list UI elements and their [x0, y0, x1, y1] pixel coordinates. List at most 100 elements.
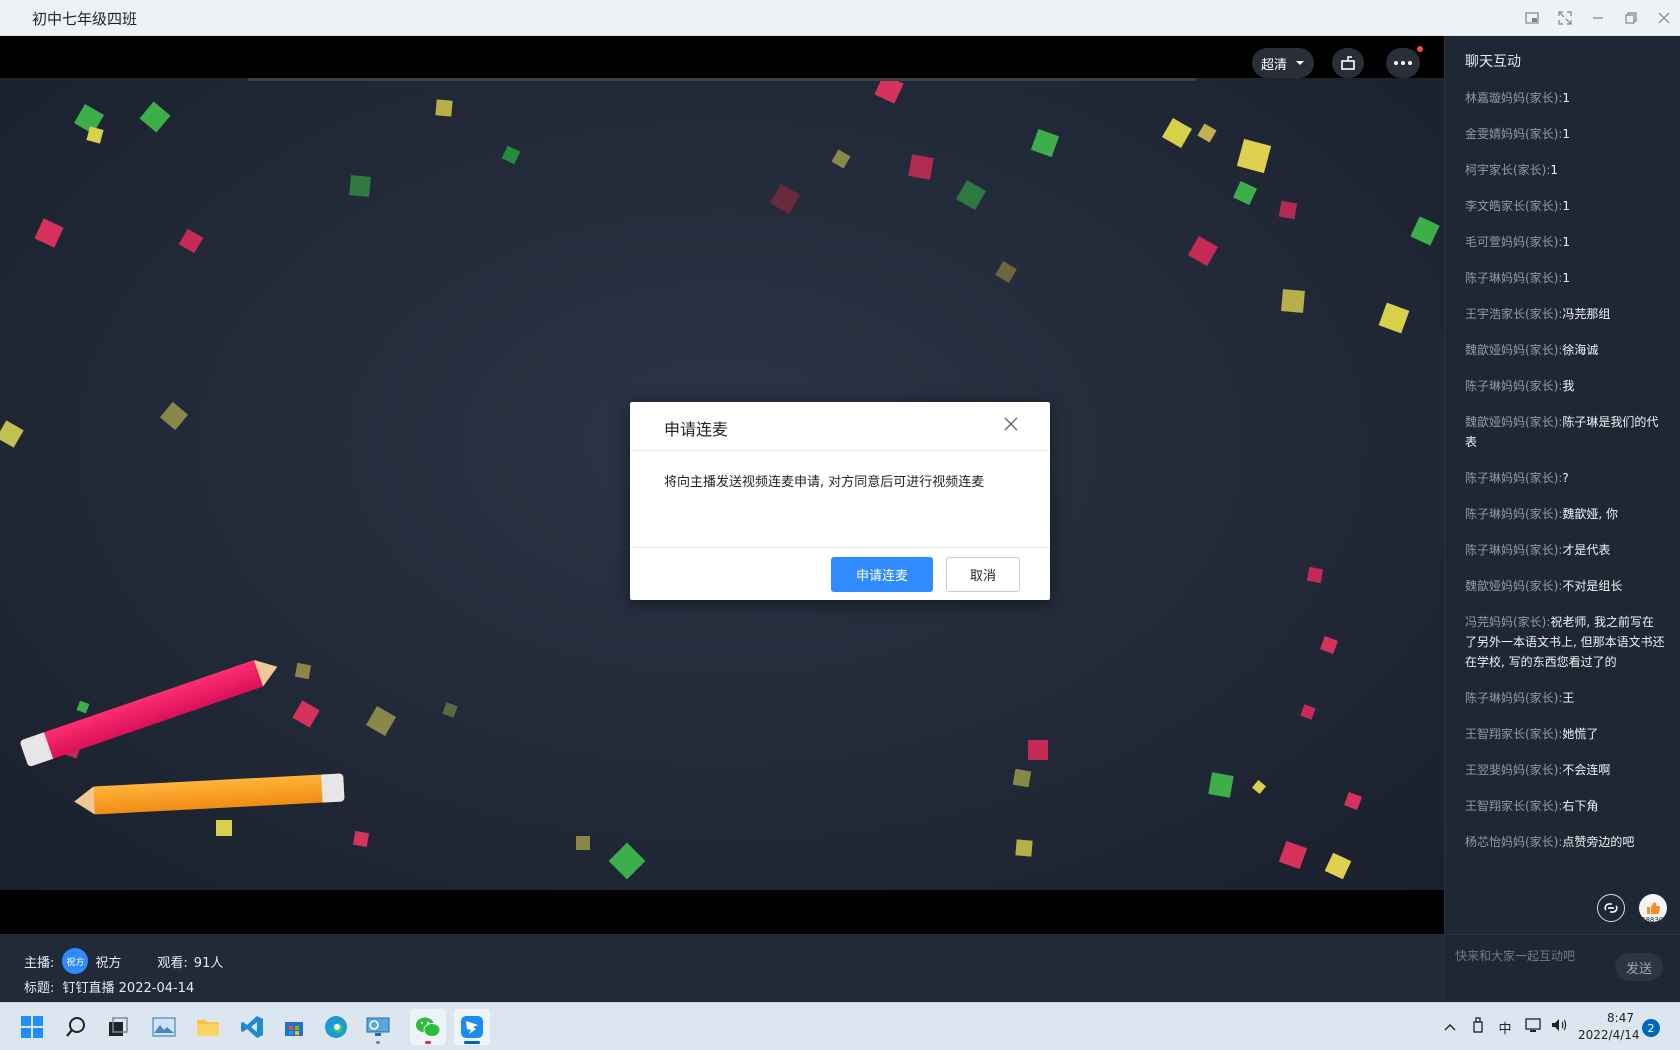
chat-sender: 王智翔家长(家长):	[1465, 799, 1563, 813]
picture-in-picture-button[interactable]	[1515, 0, 1548, 36]
more-options-button[interactable]	[1386, 48, 1420, 78]
chat-text: 点赞旁边的吧	[1562, 835, 1635, 849]
clock[interactable]: 8:47 2022/4/14	[1578, 1010, 1640, 1044]
quality-selector[interactable]: 超清	[1252, 48, 1314, 78]
active-indicator	[464, 1041, 480, 1044]
taskbar-app-remote-desktop[interactable]	[360, 1009, 396, 1045]
host-name[interactable]: 祝方	[95, 952, 121, 971]
taskbar-app-gallery[interactable]	[146, 1009, 182, 1045]
network-button[interactable]	[1522, 1017, 1546, 1037]
send-button[interactable]: 发送	[1615, 953, 1663, 981]
restore-icon	[1624, 12, 1637, 24]
title-value: 钉钉直播 2022-04-14	[62, 981, 195, 996]
confetti	[1300, 704, 1316, 720]
tray-usb-button[interactable]	[1466, 1017, 1490, 1037]
thumbs-up-icon	[1647, 902, 1660, 914]
chat-input[interactable]	[1455, 945, 1605, 967]
chat-text: 徐海诚	[1562, 343, 1599, 357]
remote-desktop-icon	[366, 1017, 390, 1036]
chat-text: 王	[1562, 691, 1575, 705]
task-view-button[interactable]	[100, 1009, 136, 1045]
confetti	[159, 401, 189, 431]
fullscreen-button[interactable]	[1548, 0, 1581, 36]
confetti	[576, 836, 590, 850]
confetti	[1028, 740, 1048, 760]
confetti	[1161, 117, 1193, 149]
notification-dot	[1417, 46, 1423, 52]
confetti	[1236, 138, 1272, 174]
confetti	[1306, 566, 1324, 584]
minimize-button[interactable]	[1581, 0, 1614, 36]
apply-mic-button[interactable]: 申请连麦	[831, 557, 933, 592]
confetti	[1378, 302, 1410, 334]
chat-message: 杨芯怡妈妈(家长):点赞旁边的吧	[1465, 832, 1665, 852]
chat-sender: 王智翔家长(家长):	[1465, 727, 1563, 741]
restore-button[interactable]	[1614, 0, 1647, 36]
chat-message-list[interactable]: 林嘉璇妈妈(家长):1 金雯婧妈妈(家长):1 柯宇家长(家长):1 李文皓家长…	[1465, 88, 1665, 868]
tray-overflow-button[interactable]	[1438, 1020, 1462, 1035]
taskbar-app-store[interactable]	[276, 1009, 312, 1045]
confetti	[1278, 200, 1298, 220]
taskbar-app-file-explorer[interactable]	[190, 1009, 226, 1045]
volume-icon	[1552, 1019, 1567, 1031]
chat-text: 1	[1562, 235, 1571, 249]
folder-icon	[197, 1020, 219, 1036]
confetti	[1281, 289, 1305, 313]
picture-in-picture-icon	[1524, 12, 1539, 24]
chat-text: 右下角	[1562, 799, 1599, 813]
confetti	[1278, 840, 1308, 870]
connect-mic-button[interactable]	[1597, 894, 1625, 922]
viewers-label: 观看:	[157, 955, 188, 971]
confetti	[1410, 216, 1440, 246]
dialog-close-button[interactable]	[1004, 416, 1022, 434]
confetti	[955, 179, 987, 211]
minimize-icon	[1592, 17, 1603, 19]
confetti	[34, 218, 64, 248]
notification-badge[interactable]: 2	[1642, 1019, 1660, 1037]
usb-icon	[1473, 1017, 1483, 1033]
rotate-screen-button[interactable]	[1332, 48, 1364, 78]
confetti	[435, 99, 453, 117]
quality-label: 超清	[1260, 57, 1287, 73]
chat-message: 王宇浩家长(家长):冯芫那组	[1465, 304, 1665, 324]
chat-sender: 魏歆娅妈妈(家长):	[1465, 579, 1563, 593]
chat-sender: 陈子琳妈妈(家长):	[1465, 507, 1563, 521]
chat-message: 陈子琳妈妈(家长):王	[1465, 688, 1665, 708]
network-icon	[1525, 1018, 1541, 1032]
volume-button[interactable]	[1548, 1018, 1572, 1036]
taskbar-app-vscode[interactable]	[234, 1009, 270, 1045]
photos-icon	[152, 1017, 176, 1037]
chat-text: 1	[1562, 91, 1571, 105]
search-button[interactable]	[58, 1009, 94, 1045]
chat-message: 毛可萱妈妈(家长):1	[1465, 232, 1665, 252]
confetti	[178, 228, 204, 254]
wechat-icon	[416, 1017, 441, 1037]
cancel-button[interactable]: 取消	[946, 557, 1020, 592]
confetti	[442, 702, 458, 718]
confetti	[352, 830, 370, 848]
running-indicator	[376, 1041, 380, 1044]
confetti	[292, 700, 320, 728]
confetti	[1208, 772, 1234, 798]
like-button[interactable]: 28830	[1639, 894, 1667, 924]
taskbar-app-edge[interactable]	[318, 1009, 354, 1045]
system-tray: 中	[1438, 1003, 1572, 1050]
chat-sender: 陈子琳妈妈(家长):	[1465, 471, 1563, 485]
confetti	[349, 175, 371, 197]
close-icon	[1004, 417, 1018, 431]
taskbar-app-dingtalk[interactable]	[454, 1009, 490, 1045]
avatar[interactable]: 祝方	[62, 948, 89, 974]
pencil-tip	[73, 786, 95, 816]
chat-sender: 陈子琳妈妈(家长):	[1465, 379, 1563, 393]
pink-pencil-illustration	[19, 653, 282, 768]
stream-title: 标题: 钉钉直播 2022-04-14	[24, 977, 194, 996]
start-button[interactable]	[14, 1009, 50, 1045]
chat-text: 冯芫那组	[1562, 307, 1611, 321]
chat-sender: 魏歆娅妈妈(家长):	[1465, 415, 1563, 429]
vscode-icon	[241, 1016, 263, 1038]
close-window-button[interactable]	[1647, 0, 1680, 36]
ime-indicator[interactable]: 中	[1492, 1018, 1518, 1037]
chat-message: 冯芫妈妈(家长):祝老师, 我之前写在了另外一本语文书上, 但那本语文书还在学校…	[1465, 612, 1665, 672]
chat-sender: 陈子琳妈妈(家长):	[1465, 271, 1563, 285]
taskbar-app-wechat[interactable]	[410, 1009, 446, 1045]
